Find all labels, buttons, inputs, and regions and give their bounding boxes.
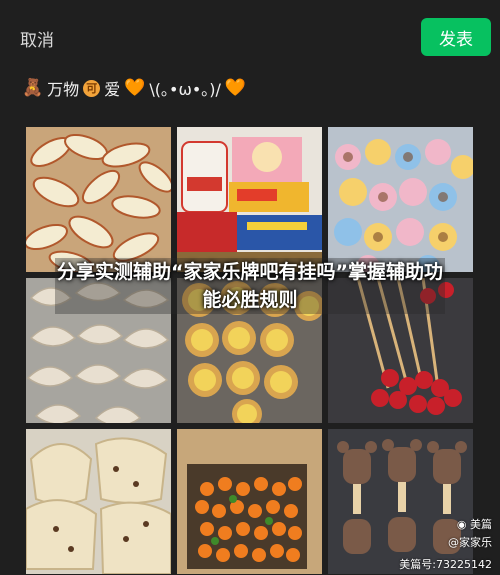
photo-cupcakes[interactable] <box>328 127 473 272</box>
coin-icon: 可 <box>83 79 101 97</box>
post-caption[interactable]: 🧸 万物 可 爱 🧡 \(｡•ω•｡)/ 🧡 <box>22 74 246 102</box>
orange-heart-icon: 🧡 <box>124 77 146 98</box>
caption-text-1: 万物 <box>47 80 80 99</box>
photo-apple-slices[interactable] <box>26 127 171 272</box>
watermark-id: 美篇号:73225142 <box>399 558 492 571</box>
meipian-logo-icon: ◉ <box>456 518 467 531</box>
watermark-author: @家家乐 <box>448 536 492 549</box>
photo-chocolate-molds[interactable] <box>328 429 473 574</box>
photo-snacks[interactable] <box>177 127 322 272</box>
caption-text-2: 爱 <box>104 80 121 99</box>
photo-kumquats[interactable] <box>177 429 322 574</box>
top-bar: 取消 发表 <box>0 0 500 70</box>
cancel-button[interactable]: 取消 <box>20 26 54 51</box>
watermark-brand-text: 美篇 <box>470 518 492 531</box>
overlay-title: 分享实测辅助“家家乐牌吧有挂吗”掌握辅助功能必胜规则 <box>55 258 445 314</box>
orange-heart-icon: 🧡 <box>224 77 247 98</box>
caption-kaomoji: \(｡•ω•｡)/ <box>149 80 221 99</box>
post-button[interactable]: 发表 <box>421 18 491 56</box>
watermark-brand: ◉ 美篇 <box>457 516 492 532</box>
photo-bread[interactable] <box>26 429 171 574</box>
teddy-bear-icon: 🧸 <box>22 77 44 98</box>
photo-grid <box>26 127 474 575</box>
